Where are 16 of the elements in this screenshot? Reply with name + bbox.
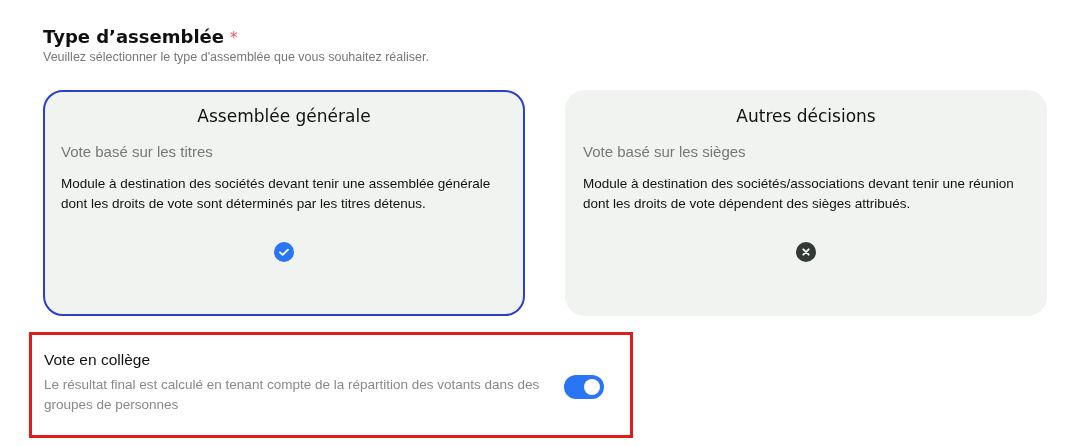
check-icon	[274, 242, 294, 262]
card-description: Module à destination des sociétés devant tenir une assemblée générale dont les droits de vote sont déterminés par les titres détenus.	[61, 175, 492, 213]
close-icon	[796, 242, 816, 262]
section-hint: Veuillez sélectionner le type d'assemblée que vous souhaitez réaliser.	[43, 50, 430, 64]
card-title: Autres décisions	[736, 106, 876, 126]
card-subtitle: Vote basé sur les titres	[61, 143, 213, 160]
required-mark: *	[229, 29, 238, 47]
setting-description: Le résultat final est calculé en tenant compte de la répartition des votants dans des groupes de personnes	[44, 376, 541, 414]
card-title: Assemblée générale	[197, 106, 371, 126]
toggle-switch[interactable]	[564, 375, 604, 399]
option-card[interactable]: Assemblée générale Vote basé sur les titres Module à destination des sociétés devant tenir une assemblée générale dont les droits de vote sont déterminés par les titres détenus.	[43, 90, 525, 316]
card-subtitle: Vote basé sur les sièges	[583, 143, 746, 160]
setting-title: Vote en collège	[44, 351, 151, 369]
option-card[interactable]: Autres décisions Vote basé sur les sièges Module à destination des sociétés/associations devant tenir une réunion dont les droits de vote dépendent des sièges attribués.	[565, 90, 1047, 316]
section-title: Type d’assemblée	[43, 26, 224, 47]
card-description: Module à destination des sociétés/associations devant tenir une réunion dont les droits de vote dépendent des sièges attribués.	[583, 175, 1015, 213]
